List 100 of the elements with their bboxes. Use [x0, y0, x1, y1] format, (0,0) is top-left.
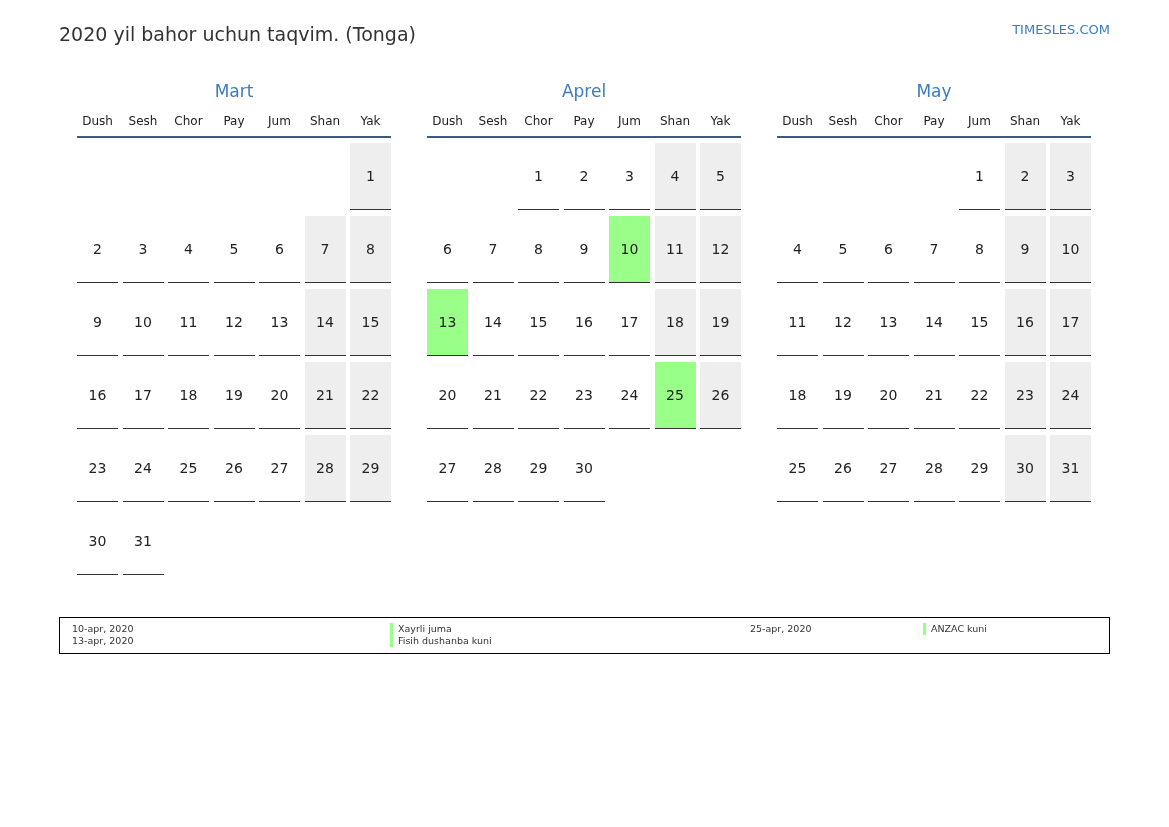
day-cell: 30 — [77, 508, 118, 575]
weekday-label: Shan — [308, 113, 342, 130]
weekend-day-cell: 22 — [350, 362, 391, 429]
day-cell: 1 — [959, 143, 1000, 210]
site-link[interactable]: TIMESLES.COM — [1012, 20, 1110, 40]
weekday-label: Sesh — [127, 113, 159, 130]
weekend-day-cell: 18 — [654, 289, 696, 356]
weekend-day-cell: 7 — [304, 216, 346, 283]
weekday-label: Yak — [1059, 113, 1082, 130]
day-cell: 9 — [563, 216, 605, 283]
day-cell: 18 — [168, 362, 209, 429]
day-cell: 5 — [822, 216, 864, 283]
day-cell: 10 — [122, 289, 164, 356]
weekend-day-cell: 8 — [350, 216, 391, 283]
day-cell: 25 — [777, 435, 818, 502]
weekend-day-cell: 2 — [1004, 143, 1046, 210]
day-cell: 13 — [868, 289, 909, 356]
day-cell: 13 — [259, 289, 300, 356]
day-cell: 19 — [822, 362, 864, 429]
day-cell: 8 — [518, 216, 559, 283]
weekday-label: Dush — [781, 113, 814, 130]
day-cell: 2 — [77, 216, 118, 283]
weekday-label: Jum — [616, 113, 642, 130]
day-cell: 24 — [122, 435, 164, 502]
day-cell: 30 — [563, 435, 605, 502]
day-cell: 18 — [777, 362, 818, 429]
day-cell: 20 — [259, 362, 300, 429]
day-cell: 14 — [913, 289, 955, 356]
day-cell: 12 — [213, 289, 255, 356]
day-cell: 22 — [518, 362, 559, 429]
weekday-label: Shan — [1008, 113, 1042, 130]
weekday-label: Sesh — [827, 113, 859, 130]
day-cell: 28 — [913, 435, 955, 502]
page-title: 2020 yil bahor uchun taqvim. (Tonga) — [59, 22, 416, 47]
weekday-label: Dush — [81, 113, 114, 130]
day-cell: 6 — [868, 216, 909, 283]
day-cell: 4 — [777, 216, 818, 283]
weekend-day-cell: 16 — [1004, 289, 1046, 356]
weekend-day-cell: 10 — [1050, 216, 1091, 283]
weekend-day-cell: 14 — [304, 289, 346, 356]
day-cell: 26 — [213, 435, 255, 502]
weekend-day-cell: 15 — [350, 289, 391, 356]
day-cell: 28 — [472, 435, 514, 502]
weekend-day-cell: 17 — [1050, 289, 1091, 356]
day-cell: 3 — [609, 143, 650, 210]
day-cell: 17 — [122, 362, 164, 429]
weekend-day-cell: 31 — [1050, 435, 1091, 502]
day-cell: 15 — [518, 289, 559, 356]
month-title: May — [915, 79, 953, 103]
weekend-day-cell: 3 — [1050, 143, 1091, 210]
day-cell: 7 — [913, 216, 955, 283]
weekend-day-cell: 5 — [700, 143, 741, 210]
holiday-date: 10-apr, 2020 — [72, 623, 135, 635]
weekday-label: Chor — [173, 113, 204, 130]
day-cell: 3 — [122, 216, 164, 283]
holiday-name: ANZAC kuni — [923, 623, 1097, 635]
weekend-day-cell: 19 — [700, 289, 741, 356]
day-cell: 23 — [77, 435, 118, 502]
weekday-label: Pay — [922, 113, 946, 130]
weekend-day-cell: 23 — [1004, 362, 1046, 429]
holiday-date: 25-apr, 2020 — [750, 623, 813, 635]
weekday-label: Yak — [359, 113, 382, 130]
weekday-label: Pay — [572, 113, 596, 130]
day-cell: 17 — [609, 289, 650, 356]
weekend-day-cell: 21 — [304, 362, 346, 429]
day-cell: 29 — [959, 435, 1000, 502]
day-cell: 15 — [959, 289, 1000, 356]
weekend-day-cell: 24 — [1050, 362, 1091, 429]
day-cell: 25 — [168, 435, 209, 502]
day-cell: 2 — [563, 143, 605, 210]
day-cell: 21 — [913, 362, 955, 429]
day-cell: 4 — [168, 216, 209, 283]
weekend-day-cell: 9 — [1004, 216, 1046, 283]
day-cell: 14 — [472, 289, 514, 356]
weekend-day-cell: 12 — [700, 216, 741, 283]
day-cell: 16 — [563, 289, 605, 356]
holiday-date: 13-apr, 2020 — [72, 635, 135, 647]
day-cell: 16 — [77, 362, 118, 429]
day-cell: 11 — [168, 289, 209, 356]
day-cell: 8 — [959, 216, 1000, 283]
weekend-day-cell: 29 — [350, 435, 391, 502]
weekday-label: Shan — [658, 113, 692, 130]
day-cell: 24 — [609, 362, 650, 429]
day-cell: 22 — [959, 362, 1000, 429]
weekday-label: Jum — [266, 113, 292, 130]
weekday-label: Chor — [523, 113, 554, 130]
month-title: Mart — [213, 79, 255, 103]
weekend-day-cell: 30 — [1004, 435, 1046, 502]
weekday-label: Sesh — [477, 113, 509, 130]
weekend-day-cell: 11 — [654, 216, 696, 283]
day-cell: 11 — [777, 289, 818, 356]
weekend-day-cell: 1 — [350, 143, 391, 210]
day-cell: 19 — [213, 362, 255, 429]
day-cell: 6 — [259, 216, 300, 283]
weekend-day-cell: 28 — [304, 435, 346, 502]
day-cell: 29 — [518, 435, 559, 502]
day-cell: 21 — [472, 362, 514, 429]
weekday-label: Yak — [709, 113, 732, 130]
day-cell: 31 — [122, 508, 164, 575]
day-cell: 23 — [563, 362, 605, 429]
